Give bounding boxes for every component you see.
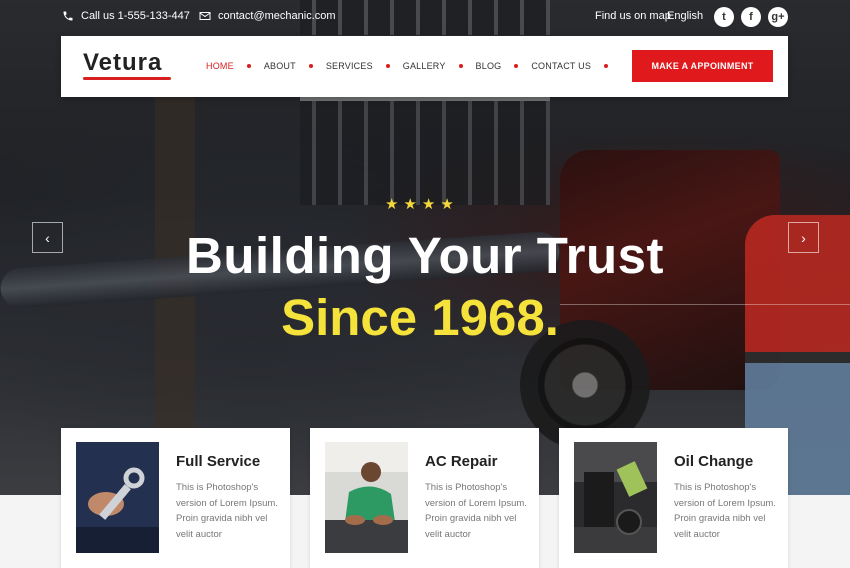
main-navbar: Vetura HOME ABOUT SERVICES GALLERY BLOG …: [61, 36, 788, 97]
service-title: Full Service: [176, 453, 261, 470]
make-appointment-button[interactable]: MAKE A APPOINMENT: [632, 50, 773, 82]
nav-item-home[interactable]: HOME: [206, 61, 234, 71]
service-image-oil-change: [574, 442, 657, 553]
logo-underline: [83, 77, 171, 80]
nav-item-contact[interactable]: CONTACT US: [531, 61, 591, 71]
phone-icon: [63, 11, 73, 21]
star-icon: ★: [421, 196, 436, 213]
nav-item-about[interactable]: ABOUT: [264, 61, 296, 71]
nav-item-gallery[interactable]: GALLERY: [403, 61, 446, 71]
nav-separator-dot: [514, 64, 519, 68]
service-image-ac-repair: [325, 442, 408, 553]
service-description: This is Photoshop's version of Lorem Ips…: [176, 482, 278, 540]
email-text: contact@mechanic.com: [218, 10, 336, 22]
slider-prev-button[interactable]: ‹: [32, 222, 63, 253]
phone-text: Call us 1-555-133-447: [81, 10, 190, 22]
language-selector[interactable]: English: [667, 10, 703, 22]
hero-subheadline: Since 1968.: [281, 289, 559, 346]
rating-stars: ★ ★ ★ ★: [385, 195, 454, 213]
find-us-link[interactable]: Find us on map: [595, 10, 671, 22]
main-menu: HOME ABOUT SERVICES GALLERY BLOG CONTACT…: [206, 61, 621, 71]
nav-separator-dot: [604, 64, 609, 68]
site-logo[interactable]: Vetura: [83, 49, 162, 77]
google-plus-icon[interactable]: g+: [768, 7, 788, 27]
nav-separator-dot: [308, 64, 313, 68]
service-description: This is Photoshop's version of Lorem Ips…: [674, 482, 776, 540]
service-card-ac-repair[interactable]: AC Repair This is Photoshop's version of…: [310, 428, 539, 568]
star-icon: ★: [403, 196, 417, 213]
star-icon: ★: [440, 196, 454, 213]
phone-contact[interactable]: Call us 1-555-133-447: [62, 10, 190, 22]
service-card-oil-change[interactable]: Oil Change This is Photoshop's version o…: [559, 428, 788, 568]
email-contact[interactable]: contact@mechanic.com: [199, 10, 336, 22]
hero-background-shelf: [300, 95, 550, 205]
service-title: AC Repair: [425, 453, 498, 470]
envelope-icon: [199, 12, 211, 20]
service-card-full-service[interactable]: Full Service This is Photoshop's version…: [61, 428, 290, 568]
service-title: Oil Change: [674, 453, 754, 470]
service-image-full-service: [76, 442, 159, 553]
hero-headline: Building Your Trust: [186, 227, 664, 284]
nav-item-services[interactable]: SERVICES: [326, 61, 373, 71]
nav-separator-dot: [385, 64, 390, 68]
service-description: This is Photoshop's version of Lorem Ips…: [425, 482, 527, 540]
top-bar: Call us 1-555-133-447 contact@mechanic.c…: [0, 0, 850, 34]
nav-separator-dot: [246, 64, 251, 68]
nav-item-blog[interactable]: BLOG: [476, 61, 502, 71]
chevron-right-icon: ›: [801, 229, 806, 246]
facebook-icon[interactable]: f: [741, 7, 761, 27]
slider-next-button[interactable]: ›: [788, 222, 819, 253]
star-icon: ★: [385, 196, 399, 213]
nav-separator-dot: [458, 64, 463, 68]
chevron-left-icon: ‹: [45, 229, 50, 246]
twitter-icon[interactable]: t: [714, 7, 734, 27]
